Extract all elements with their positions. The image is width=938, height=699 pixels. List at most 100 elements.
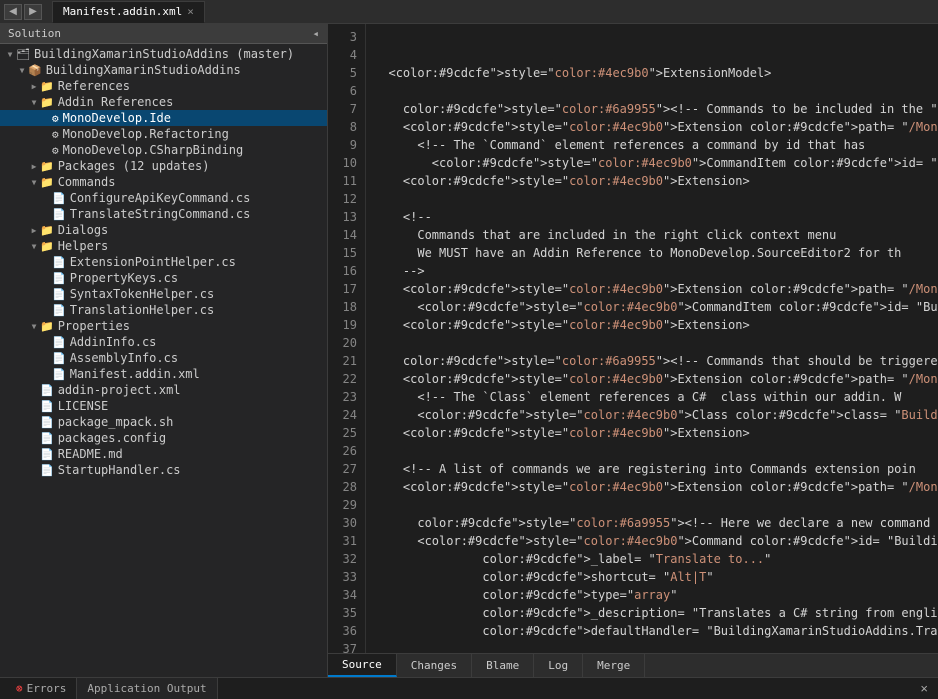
line-number: 11	[332, 172, 357, 190]
tree-item[interactable]: ▶📁Packages (12 updates)	[0, 158, 327, 174]
line-number: 21	[332, 352, 357, 370]
bottom-tabs: SourceChangesBlameLogMerge	[328, 653, 938, 677]
tree-item[interactable]: 📄addin-project.xml	[0, 382, 327, 398]
tab-blame[interactable]: Blame	[472, 654, 534, 677]
tree-label: packages.config	[58, 431, 166, 445]
code-line: <color:#9cdcfe">style="color:#4ec9b0">Ex…	[374, 118, 930, 136]
line-number: 31	[332, 532, 357, 550]
errors-section[interactable]: ⊗ Errors	[6, 678, 77, 699]
tree-item[interactable]: ▶📁References	[0, 78, 327, 94]
tree-label: MonoDevelop.CSharpBinding	[63, 143, 244, 157]
tree-icon: 📄	[40, 400, 54, 413]
tree-arrow: ▼	[28, 98, 40, 107]
file-tab-label: Manifest.addin.xml	[63, 5, 182, 18]
tree-icon: 📄	[52, 288, 66, 301]
tree-item[interactable]: 📄package_mpack.sh	[0, 414, 327, 430]
code-line: <color:#9cdcfe">style="color:#4ec9b0">Ex…	[374, 370, 930, 388]
line-number: 8	[332, 118, 357, 136]
tree-item[interactable]: 📄AddinInfo.cs	[0, 334, 327, 350]
tree-icon: 📄	[40, 384, 54, 397]
tree-label: Addin References	[58, 95, 174, 109]
tree-icon: 📄	[52, 352, 66, 365]
code-content: <color:#9cdcfe">style="color:#4ec9b0">Ex…	[366, 24, 938, 653]
tree-icon: ⚙	[52, 112, 59, 125]
line-number: 16	[332, 262, 357, 280]
nav-back-btn[interactable]: ◀	[4, 4, 22, 20]
code-line	[374, 190, 930, 208]
tree-item[interactable]: 📄PropertyKeys.cs	[0, 270, 327, 286]
tree-item[interactable]: 📄AssemblyInfo.cs	[0, 350, 327, 366]
code-line: Commands that are included in the right …	[374, 226, 930, 244]
code-line: <color:#9cdcfe">style="color:#4ec9b0">Ex…	[374, 478, 930, 496]
tree-item[interactable]: 📄ConfigureApiKeyCommand.cs	[0, 190, 327, 206]
tree-item[interactable]: 📄SyntaxTokenHelper.cs	[0, 286, 327, 302]
tab-log[interactable]: Log	[534, 654, 583, 677]
code-line: <color:#9cdcfe">style="color:#4ec9b0">Co…	[374, 532, 930, 550]
tree-item[interactable]: ▼🗂BuildingXamarinStudioAddins (master)	[0, 46, 327, 62]
tree-item[interactable]: 📄README.md	[0, 446, 327, 462]
file-tab[interactable]: Manifest.addin.xml ×	[52, 1, 205, 23]
tree-label: BuildingXamarinStudioAddins	[46, 63, 241, 77]
tree-item[interactable]: 📄Manifest.addin.xml	[0, 366, 327, 382]
tree-item[interactable]: ⚙MonoDevelop.Refactoring	[0, 126, 327, 142]
output-section[interactable]: Application Output	[77, 678, 217, 699]
tree-icon: 📄	[40, 448, 54, 461]
code-line: color:#9cdcfe">_label= "Translate to..."	[374, 550, 930, 568]
line-number: 14	[332, 226, 357, 244]
tab-changes[interactable]: Changes	[397, 654, 472, 677]
app-container: ◀ ▶ Manifest.addin.xml × Solution ◂ ▼🗂Bu…	[0, 0, 938, 699]
code-editor: 3456789101112131415161718192021222324252…	[328, 24, 938, 653]
tree-label: TranslateStringCommand.cs	[70, 207, 251, 221]
tab-source[interactable]: Source	[328, 654, 397, 677]
tree-icon: 📁	[40, 96, 54, 109]
tree-item[interactable]: ⚙MonoDevelop.CSharpBinding	[0, 142, 327, 158]
code-line: color:#9cdcfe">_description= "Translates…	[374, 604, 930, 622]
tree-icon: 🗂	[16, 48, 30, 61]
tree-item[interactable]: ▶📁Dialogs	[0, 222, 327, 238]
tree-arrow: ▶	[28, 226, 40, 235]
tree-item[interactable]: ⚙MonoDevelop.Ide	[0, 110, 327, 126]
code-line	[374, 442, 930, 460]
tree-label: Manifest.addin.xml	[70, 367, 200, 381]
tree-item[interactable]: 📄LICENSE	[0, 398, 327, 414]
tree-item[interactable]: ▼📁 Addin References	[0, 94, 327, 110]
code-line: color:#9cdcfe">style="color:#6a9955"><!-…	[374, 514, 930, 532]
code-line: color:#9cdcfe">type="array"	[374, 586, 930, 604]
tree-item[interactable]: 📄TranslationHelper.cs	[0, 302, 327, 318]
tree-item[interactable]: ▼📁Properties	[0, 318, 327, 334]
tree-icon: 📄	[52, 208, 66, 221]
line-number: 5	[332, 64, 357, 82]
line-number: 23	[332, 388, 357, 406]
tree-item[interactable]: 📄ExtensionPointHelper.cs	[0, 254, 327, 270]
output-close-btn[interactable]: ×	[916, 681, 932, 696]
line-number: 15	[332, 244, 357, 262]
sidebar-resize-btn[interactable]: ◂	[312, 27, 319, 40]
tree-item[interactable]: 📄 StartupHandler.cs	[0, 462, 327, 478]
line-number: 27	[332, 460, 357, 478]
close-icon[interactable]: ×	[187, 5, 194, 18]
tree-label: Properties	[58, 319, 130, 333]
line-number: 18	[332, 298, 357, 316]
tree-item[interactable]: 📄packages.config	[0, 430, 327, 446]
tree-icon: 📁	[40, 224, 54, 237]
tree-item[interactable]: ▼📁Commands	[0, 174, 327, 190]
tree-icon: 📄	[52, 256, 66, 269]
tree-item[interactable]: 📄 TranslateStringCommand.cs	[0, 206, 327, 222]
code-line: <color:#9cdcfe">style="color:#4ec9b0">Co…	[374, 298, 930, 316]
line-number: 12	[332, 190, 357, 208]
line-number: 25	[332, 424, 357, 442]
tree-item[interactable]: ▼📁Helpers	[0, 238, 327, 254]
line-number: 36	[332, 622, 357, 640]
tree-icon: 📄	[40, 464, 54, 477]
main-content: Solution ◂ ▼🗂BuildingXamarinStudioAddins…	[0, 24, 938, 677]
tree-item[interactable]: ▼📦BuildingXamarinStudioAddins	[0, 62, 327, 78]
line-number: 35	[332, 604, 357, 622]
code-line: <color:#9cdcfe">style="color:#4ec9b0">Cl…	[374, 406, 930, 424]
code-line: <color:#9cdcfe">style="color:#4ec9b0">Ex…	[374, 64, 930, 82]
line-number: 7	[332, 100, 357, 118]
nav-fwd-btn[interactable]: ▶	[24, 4, 42, 20]
tab-merge[interactable]: Merge	[583, 654, 645, 677]
code-line: <color:#9cdcfe">style="color:#4ec9b0">Ex…	[374, 172, 930, 190]
tree-label: StartupHandler.cs	[58, 463, 181, 477]
line-number: 20	[332, 334, 357, 352]
